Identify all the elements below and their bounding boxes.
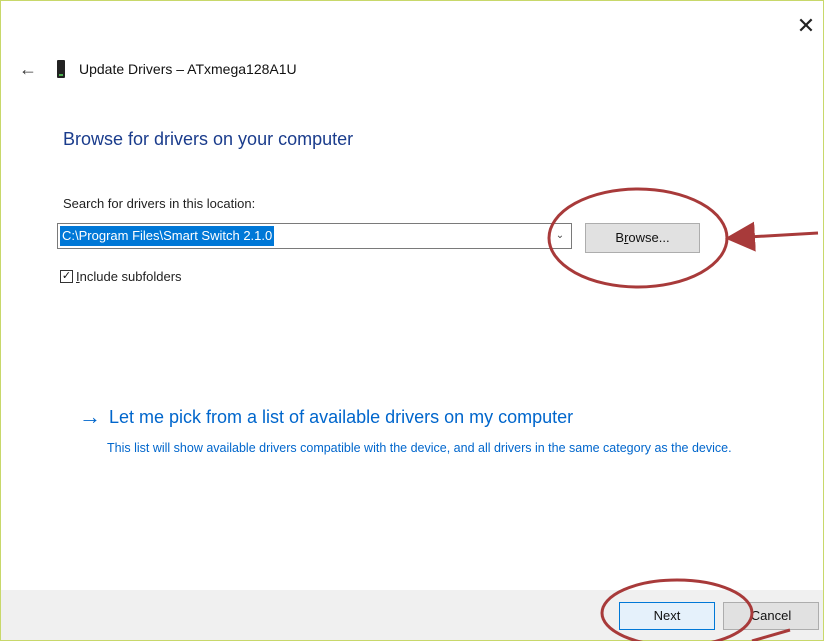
- window-header: ← Update Drivers – ATxmega128A1U: [19, 57, 297, 81]
- update-drivers-window: ✕ ← Update Drivers – ATxmega128A1U Brows…: [0, 0, 824, 641]
- browse-button-label: Browse...: [615, 230, 670, 245]
- include-subfolders-option[interactable]: ✓ Include subfolders: [60, 269, 182, 284]
- browse-button[interactable]: Browse...: [585, 223, 700, 253]
- pick-from-list-text[interactable]: Let me pick from a list of available dri…: [109, 407, 573, 428]
- close-icon[interactable]: ✕: [795, 15, 817, 37]
- window-title: Update Drivers – ATxmega128A1U: [79, 61, 297, 77]
- driver-path-input[interactable]: C:\Program Files\Smart Switch 2.1.0: [60, 226, 275, 246]
- next-button[interactable]: Next: [619, 602, 715, 630]
- page-heading: Browse for drivers on your computer: [63, 129, 354, 149]
- back-arrow-icon[interactable]: ←: [19, 60, 39, 78]
- cancel-button-label: Cancel: [750, 608, 792, 623]
- chevron-down-icon[interactable]: ⌄: [551, 226, 569, 246]
- next-button-label: Next: [653, 608, 681, 623]
- include-subfolders-label[interactable]: Include subfolders: [76, 269, 182, 284]
- pick-from-list-description: This list will show available drivers co…: [107, 441, 732, 455]
- search-location-label: Search for drivers in this location:: [63, 196, 256, 211]
- pick-from-list-link[interactable]: → Let me pick from a list of available d…: [79, 406, 573, 428]
- include-subfolders-checkbox[interactable]: ✓: [60, 270, 73, 283]
- driver-path-combobox[interactable]: C:\Program Files\Smart Switch 2.1.0 ⌄: [57, 223, 572, 249]
- device-icon: [57, 60, 65, 78]
- cancel-button[interactable]: Cancel: [723, 602, 819, 630]
- arrow-right-icon: →: [79, 404, 101, 429]
